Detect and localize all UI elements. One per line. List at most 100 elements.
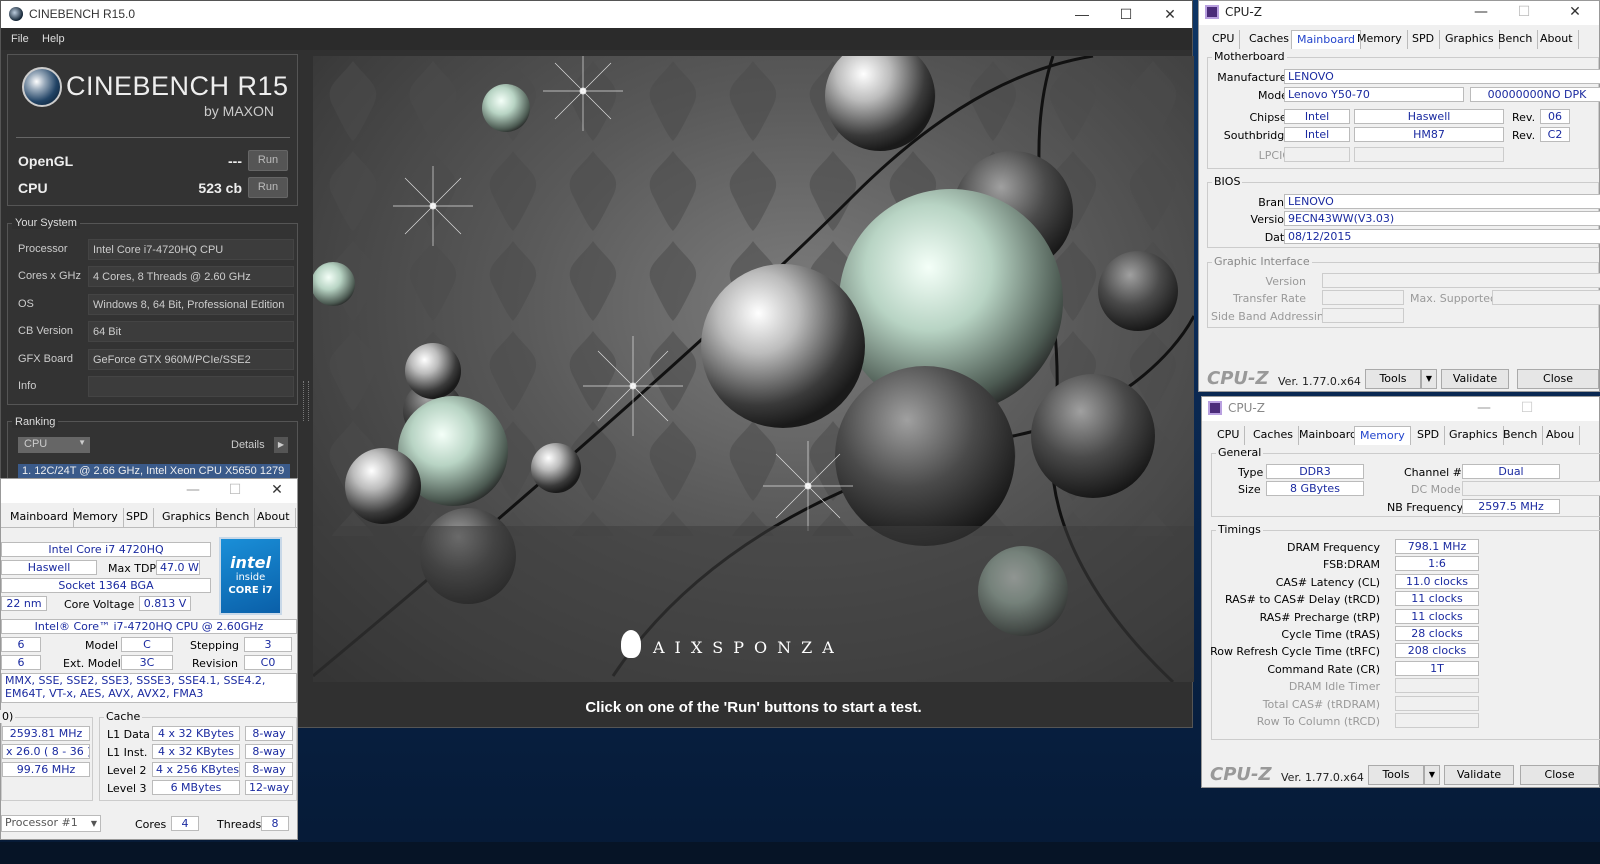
gi-version-label: Version [1265, 275, 1306, 288]
cpuz-brand: CPU-Z [1207, 368, 1269, 389]
chevron-down-icon: ▼ [78, 438, 86, 447]
maximize-button[interactable]: ☐ [1103, 3, 1149, 25]
tab-caches[interactable]: Caches [1244, 30, 1295, 49]
cache-size-field: 6 MBytes [152, 780, 240, 795]
motherboard-group: Motherboard Manufacturer LENOVO Model Le… [1207, 50, 1600, 169]
cpuz-version: Ver. 1.77.0.x64 [1281, 771, 1364, 784]
tab-about[interactable]: About [252, 508, 296, 527]
cinebench-titlebar[interactable]: CINEBENCH R15.0 — ☐ ✕ [1, 1, 1192, 28]
cache-way-field: 12-way [245, 780, 293, 795]
close-button[interactable]: ✕ [1147, 3, 1193, 25]
tab-cpu[interactable]: CPU [1212, 426, 1246, 445]
menu-help[interactable]: Help [42, 33, 65, 45]
threads-label: Threads [217, 818, 262, 831]
tools-dropdown-icon[interactable]: ▼ [1424, 765, 1440, 785]
system-value: Windows 8, 64 Bit, Professional Edition [88, 294, 294, 315]
bios-group: BIOS Brand LENOVO Version 9ECN43WW(V3.03… [1207, 175, 1600, 248]
max-tdp-field: 47.0 W [156, 560, 200, 575]
tab-mainboard[interactable]: Mainboard [1294, 426, 1364, 445]
tab-memory[interactable]: Memory [68, 508, 124, 527]
tab-graphics[interactable]: Graphics [1440, 30, 1500, 49]
tab-about[interactable]: About [1535, 30, 1579, 49]
menu-file[interactable]: File [11, 33, 29, 45]
ranking-dropdown-value: CPU [24, 438, 48, 450]
close-button[interactable]: ✕ [1555, 1, 1595, 23]
details-arrow-icon[interactable]: ▶ [274, 437, 288, 453]
bios-title: BIOS [1212, 175, 1243, 188]
tab-spd[interactable]: SPD [121, 508, 155, 527]
close-dialog-button[interactable]: Close [1520, 765, 1599, 785]
splitter-handle[interactable] [303, 381, 309, 421]
cache-size-field: 4 x 256 KBytes [152, 762, 240, 777]
minimize-button[interactable]: — [173, 479, 213, 501]
cpuz-mainboard-window: CPU-Z — ☐ ✕ CPU Caches Mainboard Memory … [1198, 0, 1600, 392]
info-input[interactable] [88, 376, 294, 397]
gi-transfer-field [1322, 290, 1404, 305]
logo-subtitle: by MAXON [204, 103, 275, 119]
system-key: OS [18, 298, 34, 310]
chipset-name-field: Haswell [1354, 109, 1504, 124]
maximize-button[interactable]: ☐ [1507, 397, 1547, 419]
tab-graphics[interactable]: Graphics [157, 508, 217, 527]
your-system-panel: Your System Processor Intel Core i7-4720… [7, 217, 298, 405]
stepping-label: Stepping [190, 639, 240, 652]
timing-label: RAS# to CAS# Delay (tRCD) [1224, 593, 1380, 607]
gi-max-field [1492, 290, 1600, 305]
maximize-button[interactable]: ☐ [1504, 1, 1544, 23]
tools-button[interactable]: Tools [1365, 369, 1421, 389]
cpu-label: CPU [18, 180, 48, 196]
cache-way-field: 8-way [245, 762, 293, 777]
timings-title: Timings [1216, 523, 1263, 536]
tools-dropdown-icon[interactable]: ▼ [1421, 369, 1437, 389]
timing-label: Row To Column (tRCD) [1256, 715, 1380, 728]
processor-select[interactable]: Processor #1 ▼ [1, 815, 101, 832]
tools-button[interactable]: Tools [1368, 765, 1424, 785]
cpu-run-button[interactable]: Run [248, 177, 288, 198]
close-dialog-button[interactable]: Close [1517, 369, 1599, 389]
tab-memory[interactable]: Memory [1352, 30, 1408, 49]
system-value: 64 Bit [88, 321, 294, 342]
tab-bench[interactable]: Bench [210, 508, 256, 527]
tab-bench[interactable]: Bench [1493, 30, 1539, 49]
validate-button[interactable]: Validate [1444, 765, 1514, 785]
validate-button[interactable]: Validate [1441, 369, 1509, 389]
window-title: CINEBENCH R15.0 [29, 7, 136, 21]
tab-spd[interactable]: SPD [1407, 30, 1441, 49]
timing-value-field: 1:6 [1395, 556, 1479, 572]
tab-about[interactable]: Abou [1541, 426, 1581, 445]
cpuz-cpu-window: — ☐ ✕ Mainboard Memory SPD Graphics Benc… [0, 478, 298, 840]
cpuz-memory-window: CPU-Z — ☐ CPU Caches Mainboard Memory SP… [1201, 396, 1600, 788]
minimize-button[interactable]: — [1059, 3, 1105, 25]
southbridge-label: Southbridge [1223, 129, 1291, 142]
logo-panel: CINEBENCH R15 by MAXON OpenGL --- Run CP… [7, 54, 298, 206]
model-label: Model [85, 639, 119, 652]
tab-cpu[interactable]: CPU [1207, 30, 1241, 49]
tab-caches[interactable]: Caches [1248, 426, 1299, 445]
tab-mainboard[interactable]: Mainboard [1291, 30, 1362, 49]
tab-mainboard[interactable]: Mainboard [5, 508, 75, 527]
cpuz-memory-titlebar[interactable]: CPU-Z — ☐ [1202, 397, 1599, 421]
timing-label: CAS# Latency (CL) [1275, 575, 1380, 589]
window-title: CPU-Z [1228, 401, 1265, 415]
cpuz-mainboard-titlebar[interactable]: CPU-Z — ☐ ✕ [1199, 1, 1599, 25]
chipset-vendor-field: Intel [1284, 109, 1350, 124]
tab-memory[interactable]: Memory [1354, 426, 1411, 445]
tab-bench[interactable]: Bench [1498, 426, 1544, 445]
tab-spd[interactable]: SPD [1412, 426, 1446, 445]
details-label[interactable]: Details [231, 439, 265, 451]
maximize-button[interactable]: ☐ [215, 479, 255, 501]
timing-value-field: 28 clocks [1395, 626, 1479, 641]
cpuz-cpu-titlebar[interactable]: — ☐ ✕ [1, 479, 297, 503]
minimize-button[interactable]: — [1464, 397, 1504, 419]
graphic-interface-title: Graphic Interface [1212, 255, 1312, 268]
system-row-cores: Cores x GHz 4 Cores, 8 Threads @ 2.60 GH… [16, 266, 294, 287]
ranking-title: Ranking [12, 416, 59, 428]
ranking-dropdown[interactable]: CPU ▼ [18, 437, 90, 453]
system-row-processor: Processor Intel Core i7-4720HQ CPU [16, 239, 294, 260]
close-button[interactable]: ✕ [257, 479, 297, 501]
opengl-run-button[interactable]: Run [248, 150, 288, 171]
gi-version-field [1322, 273, 1600, 288]
tab-graphics[interactable]: Graphics [1444, 426, 1504, 445]
cache-label: Level 3 [107, 782, 147, 795]
minimize-button[interactable]: — [1461, 1, 1501, 23]
